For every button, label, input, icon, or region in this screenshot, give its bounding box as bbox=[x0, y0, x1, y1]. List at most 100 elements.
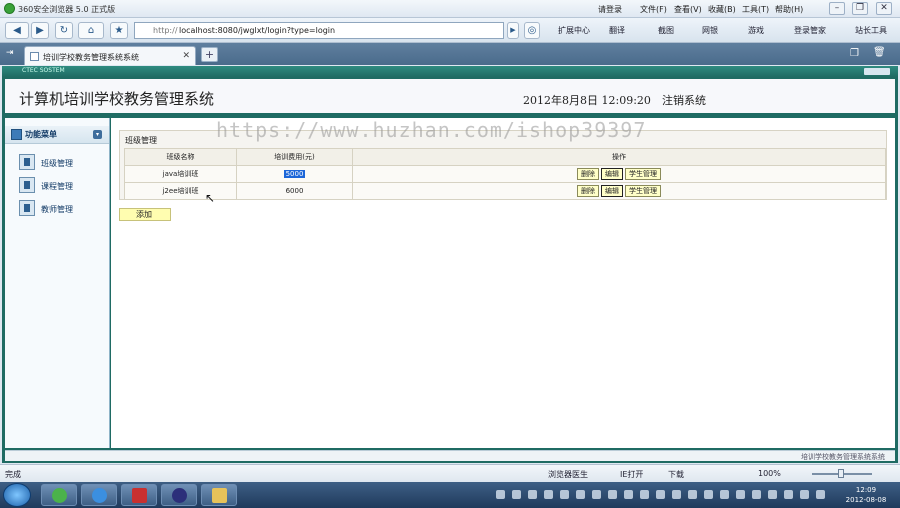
shield-icon[interactable]: ◎ bbox=[524, 22, 540, 39]
menu-icon bbox=[11, 129, 22, 140]
taskbar-360-browser[interactable] bbox=[41, 484, 77, 506]
tray-icon[interactable] bbox=[672, 490, 681, 499]
tool-translate[interactable]: 翻译 bbox=[609, 25, 625, 36]
browser-titlebar: 360安全浏览器 5.0 正式版 请登录 文件(F) 查看(V) 收藏(B) 工… bbox=[0, 0, 900, 18]
student-management-button[interactable]: 学生管理 bbox=[625, 185, 661, 197]
menu-favorites[interactable]: 收藏(B) bbox=[708, 4, 736, 15]
tray-icon[interactable] bbox=[640, 490, 649, 499]
edit-button[interactable]: 编辑 bbox=[601, 168, 623, 180]
volume-icon[interactable] bbox=[816, 490, 825, 499]
sidebar-item-teacher[interactable]: 教师管理 bbox=[19, 200, 109, 217]
menu-help[interactable]: 帮助(H) bbox=[775, 4, 803, 15]
fee-cell: 6000 bbox=[236, 182, 353, 200]
menu-tools[interactable]: 工具(T) bbox=[742, 4, 769, 15]
minimize-icon[interactable]: – bbox=[829, 2, 845, 15]
folder-icon bbox=[212, 488, 227, 503]
home-icon[interactable]: ⌂ bbox=[78, 22, 104, 39]
tray-icon[interactable] bbox=[624, 490, 633, 499]
menu-file[interactable]: 文件(F) bbox=[640, 4, 667, 15]
tray-icon[interactable] bbox=[496, 490, 505, 499]
windows-start-icon[interactable] bbox=[3, 483, 31, 507]
tab-active[interactable]: 培训学校教务管理系统系统 ✕ bbox=[24, 46, 196, 65]
class-management-icon bbox=[19, 154, 35, 170]
taskbar-eclipse[interactable] bbox=[161, 484, 197, 506]
system-clock[interactable]: 12:09 2012-08-08 bbox=[838, 485, 894, 505]
frame-window-controls[interactable] bbox=[864, 68, 890, 75]
delete-button[interactable]: 删除 bbox=[577, 168, 599, 180]
tool-webmaster[interactable]: 站长工具 bbox=[855, 25, 887, 36]
browser-360-icon bbox=[52, 488, 67, 503]
tray-icon[interactable] bbox=[752, 490, 761, 499]
tray-icon[interactable] bbox=[592, 490, 601, 499]
zoom-level[interactable]: 100% bbox=[758, 469, 781, 478]
new-tab-button[interactable]: + bbox=[201, 47, 218, 62]
tool-games[interactable]: 游戏 bbox=[748, 25, 764, 36]
tool-login-manager[interactable]: 登录管家 bbox=[794, 25, 826, 36]
student-management-button[interactable]: 学生管理 bbox=[625, 168, 661, 180]
sidebar-item-class[interactable]: 班级管理 bbox=[19, 154, 109, 171]
ie-open-button[interactable]: IE打开 bbox=[620, 469, 643, 480]
watermark: https://www.huzhan.com/ishop39397 bbox=[216, 118, 647, 142]
address-bar[interactable]: http:// localhost:8080/jwglxt/login?type… bbox=[134, 22, 504, 39]
class-table: 班级名称 培训费用(元) 操作 java培训班 5000 删除 编辑 学生管理 j2… bbox=[124, 148, 886, 200]
tray-icon[interactable] bbox=[656, 490, 665, 499]
class-name-cell: java培训班 bbox=[124, 165, 237, 183]
logout-link[interactable]: 注销系统 bbox=[662, 92, 706, 108]
sidebar-item-course[interactable]: 课程管理 bbox=[19, 177, 109, 194]
browser-navbar: ◀ ▶ ↻ ⌂ ★ http:// localhost:8080/jwglxt/… bbox=[0, 18, 900, 43]
table-header-row: 班级名称 培训费用(元) 操作 bbox=[124, 148, 886, 166]
tray-icon[interactable] bbox=[528, 490, 537, 499]
tray-icon[interactable] bbox=[784, 490, 793, 499]
tab-list-icon[interactable]: ❐ bbox=[850, 48, 859, 59]
back-icon[interactable]: ◀ bbox=[5, 22, 29, 39]
edit-button[interactable]: 编辑 bbox=[601, 185, 623, 197]
tray-icon[interactable] bbox=[544, 490, 553, 499]
sidebar-item-label: 教师管理 bbox=[41, 205, 73, 214]
teacher-management-icon bbox=[19, 200, 35, 216]
tray-icon[interactable] bbox=[576, 490, 585, 499]
forward-icon[interactable]: ▶ bbox=[31, 22, 49, 39]
browser-doctor-button[interactable]: 浏览器医生 bbox=[548, 469, 588, 480]
tray-icon[interactable] bbox=[800, 490, 809, 499]
app-icon bbox=[132, 488, 147, 503]
tray-icon[interactable] bbox=[704, 490, 713, 499]
menu-view[interactable]: 查看(V) bbox=[674, 4, 702, 15]
table-row: java培训班 5000 删除 编辑 学生管理 bbox=[124, 165, 886, 183]
sidebar-item-label: 课程管理 bbox=[41, 182, 73, 191]
browser-title: 360安全浏览器 5.0 正式版 bbox=[18, 5, 116, 14]
trash-icon[interactable]: 🗑 bbox=[873, 47, 886, 58]
tool-extensions[interactable]: 扩展中心 bbox=[558, 25, 590, 36]
go-icon[interactable]: ▶ bbox=[507, 22, 519, 39]
sidebar-toggle-icon[interactable]: ⇥ bbox=[6, 48, 14, 58]
tab-close-icon[interactable]: ✕ bbox=[182, 51, 190, 61]
tool-ebank[interactable]: 网银 bbox=[702, 25, 718, 36]
tray-icon[interactable] bbox=[560, 490, 569, 499]
delete-button[interactable]: 删除 bbox=[577, 185, 599, 197]
login-link[interactable]: 请登录 bbox=[598, 4, 622, 15]
sidebar-header-label: 功能菜单 bbox=[25, 130, 57, 139]
tray-icon[interactable] bbox=[688, 490, 697, 499]
add-button[interactable]: 添加 bbox=[119, 208, 171, 221]
tray-icon[interactable] bbox=[720, 490, 729, 499]
zoom-slider-handle[interactable] bbox=[838, 469, 844, 478]
restore-icon[interactable]: ❐ bbox=[852, 2, 868, 15]
collapse-icon[interactable]: ▾ bbox=[93, 130, 102, 139]
close-icon[interactable]: ✕ bbox=[876, 2, 892, 15]
tray-icon[interactable] bbox=[768, 490, 777, 499]
tab-title: 培训学校教务管理系统系统 bbox=[43, 53, 139, 62]
download-button[interactable]: 下载 bbox=[668, 469, 684, 480]
tray-icon[interactable] bbox=[736, 490, 745, 499]
footer-text: 培训学校教务管理系统系统 bbox=[801, 453, 885, 461]
taskbar-explorer[interactable] bbox=[201, 484, 237, 506]
actions-cell: 删除 编辑 学生管理 bbox=[352, 165, 886, 183]
tray-icon[interactable] bbox=[512, 490, 521, 499]
tray-icon[interactable] bbox=[608, 490, 617, 499]
favorite-star-icon[interactable]: ★ bbox=[110, 22, 128, 39]
sidebar-item-label: 班级管理 bbox=[41, 159, 73, 168]
app-header: 计算机培训学校教务管理系统 2012年8月8日 12:09:20 注销系统 bbox=[5, 79, 895, 115]
refresh-icon[interactable]: ↻ bbox=[55, 22, 73, 39]
taskbar-app-red[interactable] bbox=[121, 484, 157, 506]
sidebar: 功能菜单 ▾ 班级管理 课程管理 教师管理 bbox=[5, 118, 110, 448]
taskbar-ie[interactable] bbox=[81, 484, 117, 506]
tool-screenshot[interactable]: 截图 bbox=[658, 25, 674, 36]
